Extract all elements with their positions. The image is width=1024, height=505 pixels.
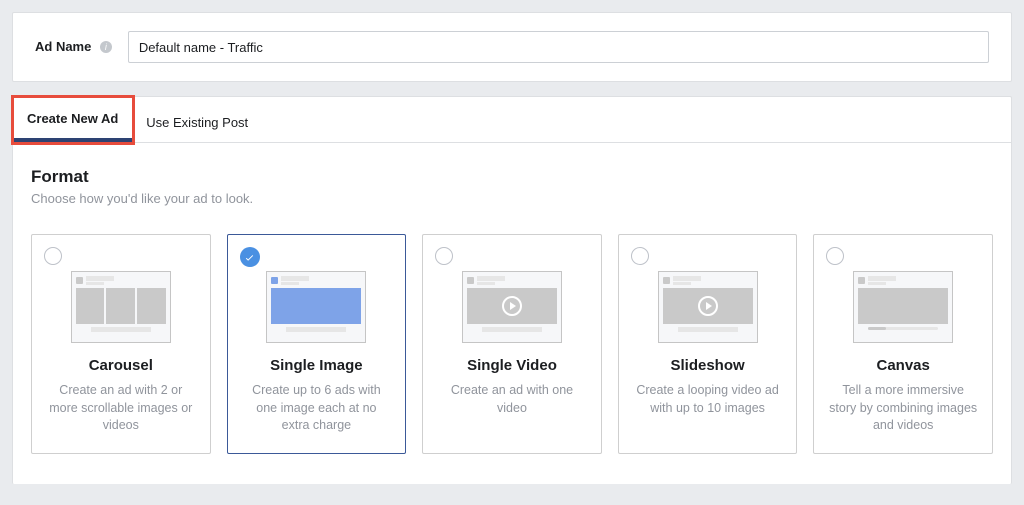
card-desc: Tell a more immersive story by combining… [826, 382, 980, 435]
radio-single-image[interactable] [240, 247, 260, 267]
format-card-carousel[interactable]: Carousel Create an ad with 2 or more scr… [31, 234, 211, 454]
radio-slideshow[interactable] [631, 247, 649, 265]
card-title: Single Video [467, 357, 557, 374]
card-desc: Create a looping video ad with up to 10 … [631, 382, 785, 417]
format-heading: Format [31, 167, 993, 187]
card-desc: Create up to 6 ads with one image each a… [240, 382, 394, 435]
card-desc: Create an ad with one video [435, 382, 589, 417]
tab-use-existing-post[interactable]: Use Existing Post [132, 101, 262, 142]
info-icon[interactable]: i [100, 41, 112, 53]
ad-creation-panel: Create New Ad Use Existing Post Format C… [12, 96, 1012, 484]
radio-canvas[interactable] [826, 247, 844, 265]
tabs: Create New Ad Use Existing Post [13, 97, 1011, 143]
ad-name-input[interactable] [128, 31, 989, 63]
card-title: Single Image [270, 357, 363, 374]
format-section: Format Choose how you'd like your ad to … [13, 143, 1011, 484]
format-card-single-image[interactable]: Single Image Create up to 6 ads with one… [227, 234, 407, 454]
ad-name-panel: Ad Name i [12, 12, 1012, 82]
card-title: Slideshow [670, 357, 744, 374]
format-card-slideshow[interactable]: Slideshow Create a looping video ad with… [618, 234, 798, 454]
card-desc: Create an ad with 2 or more scrollable i… [44, 382, 198, 435]
ad-name-label: Ad Name [35, 39, 91, 54]
thumb-slideshow-icon [658, 271, 758, 343]
radio-single-video[interactable] [435, 247, 453, 265]
tab-create-new-ad[interactable]: Create New Ad [13, 97, 132, 142]
format-card-single-video[interactable]: Single Video Create an ad with one video [422, 234, 602, 454]
thumb-canvas-icon [853, 271, 953, 343]
format-subheading: Choose how you'd like your ad to look. [31, 191, 993, 206]
thumb-single-video-icon [462, 271, 562, 343]
thumb-carousel-icon [71, 271, 171, 343]
format-options: Carousel Create an ad with 2 or more scr… [31, 234, 993, 454]
card-title: Canvas [876, 357, 929, 374]
thumb-single-image-icon [266, 271, 366, 343]
format-card-canvas[interactable]: Canvas Tell a more immersive story by co… [813, 234, 993, 454]
check-icon [240, 247, 260, 267]
radio-carousel[interactable] [44, 247, 62, 265]
ad-name-label-wrap: Ad Name i [35, 38, 112, 56]
card-title: Carousel [89, 357, 153, 374]
